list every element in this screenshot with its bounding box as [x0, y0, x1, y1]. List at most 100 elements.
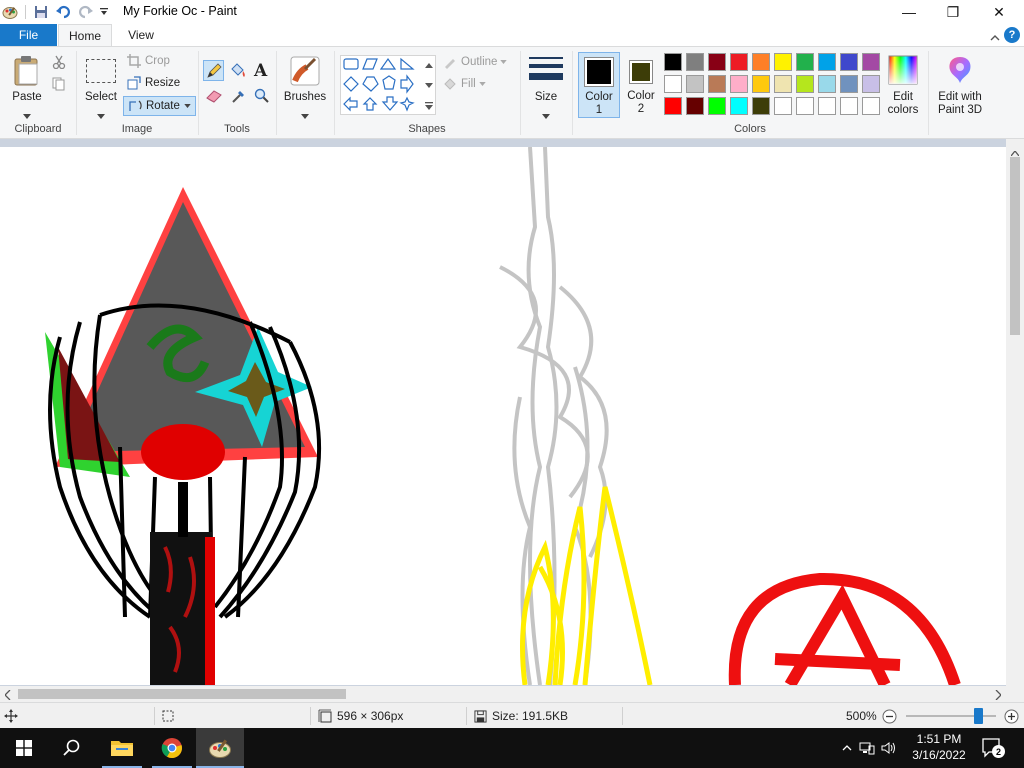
- fill-button[interactable]: Fill: [443, 77, 486, 91]
- colors-group-label: Colors: [734, 123, 766, 135]
- palette-swatch[interactable]: [774, 97, 792, 115]
- palette-swatch[interactable]: [664, 53, 682, 71]
- resize-button[interactable]: Resize: [127, 76, 180, 90]
- palette-swatch[interactable]: [730, 97, 748, 115]
- search-button[interactable]: [48, 728, 96, 768]
- copy-icon[interactable]: [52, 77, 66, 94]
- outline-button[interactable]: Outline: [443, 55, 508, 69]
- color-picker-icon[interactable]: [231, 88, 247, 107]
- vertical-scrollbar[interactable]: [1006, 139, 1024, 686]
- paint-taskbar-button[interactable]: [196, 728, 244, 768]
- scroll-right-icon[interactable]: [995, 689, 1002, 703]
- palette-swatch[interactable]: [796, 75, 814, 93]
- zoom-in-button[interactable]: [1004, 709, 1019, 727]
- select-dropdown-icon[interactable]: [97, 108, 105, 122]
- ribbon: Paste Clipboard Select Crop Resize Rotat…: [0, 46, 1024, 139]
- palette-swatch[interactable]: [752, 75, 770, 93]
- tab-view[interactable]: View: [116, 24, 166, 46]
- palette-swatch[interactable]: [862, 53, 880, 71]
- zoom-slider-thumb[interactable]: [974, 708, 983, 724]
- palette-swatch[interactable]: [818, 53, 836, 71]
- paste-button[interactable]: Paste: [8, 53, 46, 119]
- minimize-button[interactable]: —: [886, 0, 932, 24]
- undo-icon[interactable]: [54, 3, 72, 21]
- palette-swatch[interactable]: [840, 75, 858, 93]
- crop-button[interactable]: Crop: [127, 54, 170, 68]
- horizontal-scrollbar[interactable]: [0, 686, 1024, 702]
- palette-swatch[interactable]: [862, 97, 880, 115]
- customize-toolbar-icon[interactable]: [98, 3, 110, 21]
- size-dropdown-icon[interactable]: [542, 108, 550, 122]
- color1-button[interactable]: Color 1: [578, 52, 620, 118]
- brushes-dropdown-icon[interactable]: [301, 108, 309, 122]
- cut-icon[interactable]: [52, 55, 66, 72]
- pencil-tool[interactable]: [203, 60, 224, 81]
- chrome-icon: [161, 738, 182, 759]
- file-explorer-button[interactable]: [98, 728, 146, 768]
- clock-date: 3/16/2022: [912, 748, 966, 762]
- show-hidden-icons-icon[interactable]: [838, 745, 856, 751]
- collapse-ribbon-icon[interactable]: [990, 31, 1000, 45]
- size-button[interactable]: Size: [526, 53, 566, 119]
- redo-icon[interactable]: [77, 3, 95, 21]
- palette-swatch[interactable]: [796, 53, 814, 71]
- volume-icon[interactable]: [878, 741, 900, 755]
- clock[interactable]: 1:51 PM 3/16/2022: [904, 731, 974, 763]
- tab-home[interactable]: Home: [58, 24, 112, 46]
- drawing-canvas[interactable]: [0, 147, 1006, 685]
- help-button[interactable]: ?: [1004, 27, 1020, 43]
- palette-swatch[interactable]: [796, 97, 814, 115]
- chrome-button[interactable]: [148, 728, 196, 768]
- palette-swatch[interactable]: [752, 53, 770, 71]
- palette-swatch[interactable]: [730, 53, 748, 71]
- palette-swatch[interactable]: [708, 75, 726, 93]
- paste-dropdown-icon[interactable]: [23, 108, 31, 122]
- rotate-button[interactable]: Rotate: [123, 96, 196, 116]
- network-icon[interactable]: [856, 741, 878, 755]
- palette-swatch[interactable]: [818, 75, 836, 93]
- brushes-button[interactable]: Brushes: [284, 53, 326, 119]
- notifications-button[interactable]: 2: [982, 738, 1005, 761]
- palette-swatch[interactable]: [862, 75, 880, 93]
- palette-swatch[interactable]: [774, 53, 792, 71]
- magnifier-icon[interactable]: [254, 88, 270, 107]
- edit-colors-button[interactable]: Edit colors: [884, 53, 922, 119]
- save-icon[interactable]: [32, 3, 50, 21]
- shapes-expand-icon[interactable]: [425, 99, 433, 113]
- palette-swatch[interactable]: [730, 75, 748, 93]
- eraser-icon[interactable]: [205, 89, 223, 106]
- resize-icon: [127, 76, 141, 90]
- palette-swatch[interactable]: [840, 53, 858, 71]
- color2-label: Color: [627, 90, 655, 102]
- palette-swatch[interactable]: [686, 97, 704, 115]
- tab-file[interactable]: File: [0, 24, 57, 46]
- palette-swatch[interactable]: [708, 53, 726, 71]
- shapes-scroll-down-icon[interactable]: [425, 77, 433, 91]
- scroll-left-icon[interactable]: [4, 689, 11, 703]
- palette-swatch[interactable]: [752, 97, 770, 115]
- fill-bucket-icon[interactable]: [229, 62, 247, 82]
- zoom-slider[interactable]: [906, 708, 996, 724]
- palette-swatch[interactable]: [818, 97, 836, 115]
- close-button[interactable]: ✕: [976, 0, 1022, 24]
- palette-swatch[interactable]: [664, 75, 682, 93]
- palette-swatch[interactable]: [664, 97, 682, 115]
- maximize-button[interactable]: ❐: [930, 0, 976, 24]
- paint-app-icon[interactable]: [2, 3, 18, 21]
- shapes-scroll-up-icon[interactable]: [425, 57, 433, 71]
- palette-swatch[interactable]: [774, 75, 792, 93]
- horizontal-scroll-thumb[interactable]: [18, 689, 346, 699]
- canvas-area: [0, 139, 1024, 686]
- vertical-scroll-thumb[interactable]: [1010, 157, 1020, 335]
- palette-swatch[interactable]: [686, 75, 704, 93]
- text-tool-icon[interactable]: A: [254, 61, 267, 81]
- palette-swatch[interactable]: [708, 97, 726, 115]
- zoom-out-button[interactable]: [882, 709, 897, 727]
- start-button[interactable]: [0, 728, 48, 768]
- edit-with-paint3d-button[interactable]: Edit with Paint 3D: [934, 53, 986, 119]
- select-button[interactable]: Select: [82, 53, 120, 119]
- shapes-gallery[interactable]: [340, 55, 436, 115]
- palette-swatch[interactable]: [686, 53, 704, 71]
- palette-swatch[interactable]: [840, 97, 858, 115]
- color2-button[interactable]: Color 2: [622, 52, 660, 118]
